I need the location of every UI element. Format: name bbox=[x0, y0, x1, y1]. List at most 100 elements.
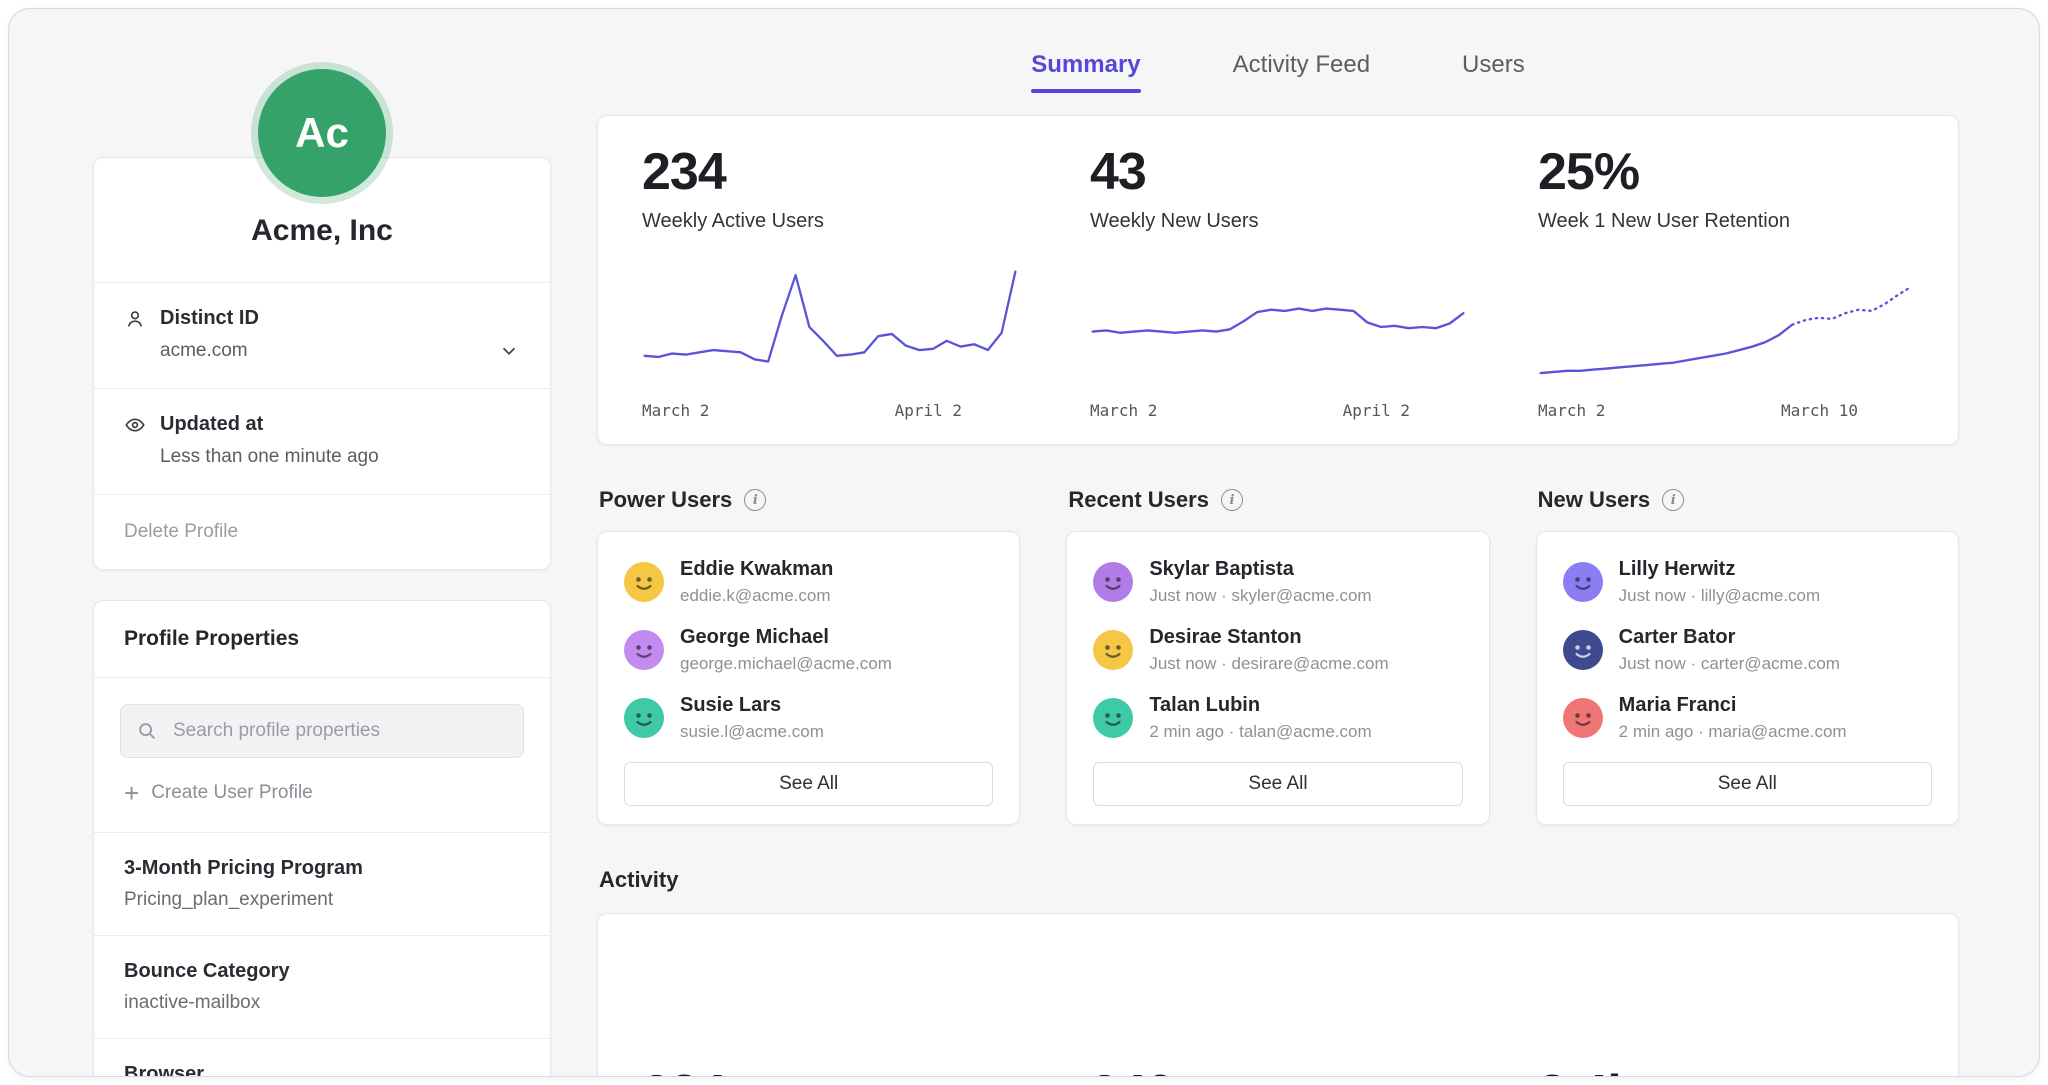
user-list-item[interactable]: Susie Lars susie.l@acme.com bbox=[624, 694, 993, 742]
see-all-button[interactable]: See All bbox=[1093, 762, 1462, 806]
delete-profile-button[interactable]: Delete Profile bbox=[94, 495, 550, 569]
face-icon bbox=[624, 698, 664, 738]
info-icon[interactable]: i bbox=[1221, 489, 1243, 511]
profile-card: Acme, Inc Distinct ID acme.com bbox=[93, 157, 551, 570]
user-avatar bbox=[1093, 698, 1133, 738]
user-cards-row: Power Users i Eddie Kwakman eddie.k@acme… bbox=[597, 487, 1959, 825]
activity-card: 234 240 3.4k bbox=[597, 913, 1959, 1077]
user-meta: 2 min ago · talan@acme.com bbox=[1149, 722, 1371, 742]
activity-stat-value: 3.4k bbox=[1538, 1064, 1914, 1077]
recent-users-card: Skylar Baptista Just now · skyler@acme.c… bbox=[1066, 531, 1489, 825]
power-users-card: Eddie Kwakman eddie.k@acme.com George Mi… bbox=[597, 531, 1020, 825]
user-meta: 2 min ago · maria@acme.com bbox=[1619, 722, 1847, 742]
see-all-button[interactable]: See All bbox=[624, 762, 993, 806]
updated-at-label: Updated at bbox=[160, 413, 263, 436]
user-list-item[interactable]: Desirae Stanton Just now · desirare@acme… bbox=[1093, 626, 1462, 674]
user-avatar bbox=[1563, 630, 1603, 670]
user-list-item[interactable]: Talan Lubin 2 min ago · talan@acme.com bbox=[1093, 694, 1462, 742]
profile-properties-search bbox=[120, 704, 524, 758]
tab-activity-feed[interactable]: Activity Feed bbox=[1233, 51, 1370, 93]
property-value: inactive-mailbox bbox=[124, 992, 520, 1014]
activity-stat-value: 240 bbox=[1090, 1064, 1466, 1077]
x-tick: April 2 bbox=[895, 401, 962, 420]
user-avatar bbox=[1093, 630, 1133, 670]
new-users-card: Lilly Herwitz Just now · lilly@acme.com … bbox=[1536, 531, 1959, 825]
company-avatar: Ac bbox=[258, 69, 386, 197]
user-text: Talan Lubin 2 min ago · talan@acme.com bbox=[1149, 694, 1371, 742]
user-avatar bbox=[624, 562, 664, 602]
new-users-section: New Users i Lilly Herwitz Just now · lil… bbox=[1536, 487, 1959, 825]
property-value: Pricing_plan_experiment bbox=[124, 889, 520, 911]
create-user-profile-button[interactable]: + Create User Profile bbox=[124, 780, 520, 806]
user-avatar bbox=[1093, 562, 1133, 602]
week1-retention-chart bbox=[1538, 263, 1914, 391]
user-list-item[interactable]: Carter Bator Just now · carter@acme.com bbox=[1563, 626, 1932, 674]
power-users-section: Power Users i Eddie Kwakman eddie.k@acme… bbox=[597, 487, 1020, 825]
profile-properties-title: Profile Properties bbox=[94, 601, 550, 678]
updated-at-header: Updated at bbox=[124, 413, 520, 436]
page-content: Ac Acme, Inc Distinct ID acme.com bbox=[9, 9, 2039, 1077]
profile-tabs: Summary Activity Feed Users bbox=[597, 51, 1959, 93]
user-list-item[interactable]: Eddie Kwakman eddie.k@acme.com bbox=[624, 558, 993, 606]
face-icon bbox=[624, 562, 664, 602]
distinct-id-value: acme.com bbox=[160, 340, 248, 362]
summary-card: 234 Weekly Active Users March 2 April 2 … bbox=[597, 115, 1959, 445]
user-name: Carter Bator bbox=[1619, 626, 1840, 649]
recent-users-header: Recent Users i bbox=[1068, 487, 1489, 513]
distinct-id-label: Distinct ID bbox=[160, 307, 259, 330]
see-all-button[interactable]: See All bbox=[1563, 762, 1932, 806]
face-icon bbox=[624, 630, 664, 670]
info-icon[interactable]: i bbox=[1662, 489, 1684, 511]
x-axis-ticks: March 2 April 2 bbox=[1090, 401, 1466, 420]
property-name: Bounce Category bbox=[124, 960, 520, 983]
user-avatar bbox=[624, 698, 664, 738]
user-list-item[interactable]: Maria Franci 2 min ago · maria@acme.com bbox=[1563, 694, 1932, 742]
stat-value: 234 bbox=[642, 142, 1018, 202]
stat-weekly-active-users: 234 Weekly Active Users March 2 April 2 bbox=[642, 142, 1018, 420]
x-axis-ticks: March 2 March 10 bbox=[1538, 401, 1914, 420]
user-text: George Michael george.michael@acme.com bbox=[680, 626, 892, 674]
info-icon[interactable]: i bbox=[744, 489, 766, 511]
profile-sidebar: Ac Acme, Inc Distinct ID acme.com bbox=[93, 49, 551, 1077]
user-name: George Michael bbox=[680, 626, 892, 649]
x-tick: March 2 bbox=[1090, 401, 1157, 420]
user-text: Lilly Herwitz Just now · lilly@acme.com bbox=[1619, 558, 1820, 606]
distinct-id-value-row: acme.com bbox=[160, 340, 520, 362]
x-tick: March 10 bbox=[1781, 401, 1858, 420]
weekly-active-users-chart bbox=[642, 263, 1018, 391]
new-users-header: New Users i bbox=[1538, 487, 1959, 513]
face-icon bbox=[1093, 698, 1133, 738]
user-meta: george.michael@acme.com bbox=[680, 654, 892, 674]
stat-label: Weekly New Users bbox=[1090, 210, 1466, 233]
property-name: 3-Month Pricing Program bbox=[124, 857, 520, 880]
x-tick: April 2 bbox=[1343, 401, 1410, 420]
updated-at-value: Less than one minute ago bbox=[160, 446, 379, 468]
user-name: Susie Lars bbox=[680, 694, 824, 717]
user-meta: susie.l@acme.com bbox=[680, 722, 824, 742]
create-user-profile-label: Create User Profile bbox=[151, 782, 313, 804]
search-input[interactable] bbox=[120, 704, 524, 758]
property-row-pricing-program[interactable]: 3-Month Pricing Program Pricing_plan_exp… bbox=[94, 832, 550, 935]
user-list-item[interactable]: George Michael george.michael@acme.com bbox=[624, 626, 993, 674]
app-frame: Ac Acme, Inc Distinct ID acme.com bbox=[8, 8, 2040, 1077]
power-users-header: Power Users i bbox=[599, 487, 1020, 513]
property-row-bounce-category[interactable]: Bounce Category inactive-mailbox bbox=[94, 935, 550, 1038]
user-name: Desirae Stanton bbox=[1149, 626, 1388, 649]
search-icon bbox=[136, 720, 158, 742]
recent-users-title: Recent Users bbox=[1068, 487, 1209, 513]
distinct-id-header: Distinct ID bbox=[124, 307, 520, 330]
user-list-item[interactable]: Skylar Baptista Just now · skyler@acme.c… bbox=[1093, 558, 1462, 606]
chevron-down-icon[interactable] bbox=[498, 340, 520, 362]
activity-title: Activity bbox=[599, 867, 1959, 893]
property-row-browser[interactable]: Browser Chrome bbox=[94, 1038, 550, 1077]
stat-weekly-new-users: 43 Weekly New Users March 2 April 2 bbox=[1090, 142, 1466, 420]
tab-users[interactable]: Users bbox=[1462, 51, 1525, 93]
user-list-item[interactable]: Lilly Herwitz Just now · lilly@acme.com bbox=[1563, 558, 1932, 606]
tab-summary[interactable]: Summary bbox=[1031, 51, 1140, 93]
eye-icon bbox=[124, 414, 146, 436]
user-meta: Just now · carter@acme.com bbox=[1619, 654, 1840, 674]
stat-value: 25% bbox=[1538, 142, 1914, 202]
power-users-title: Power Users bbox=[599, 487, 732, 513]
activity-stat-value: 234 bbox=[642, 1064, 1018, 1077]
face-icon bbox=[1563, 630, 1603, 670]
